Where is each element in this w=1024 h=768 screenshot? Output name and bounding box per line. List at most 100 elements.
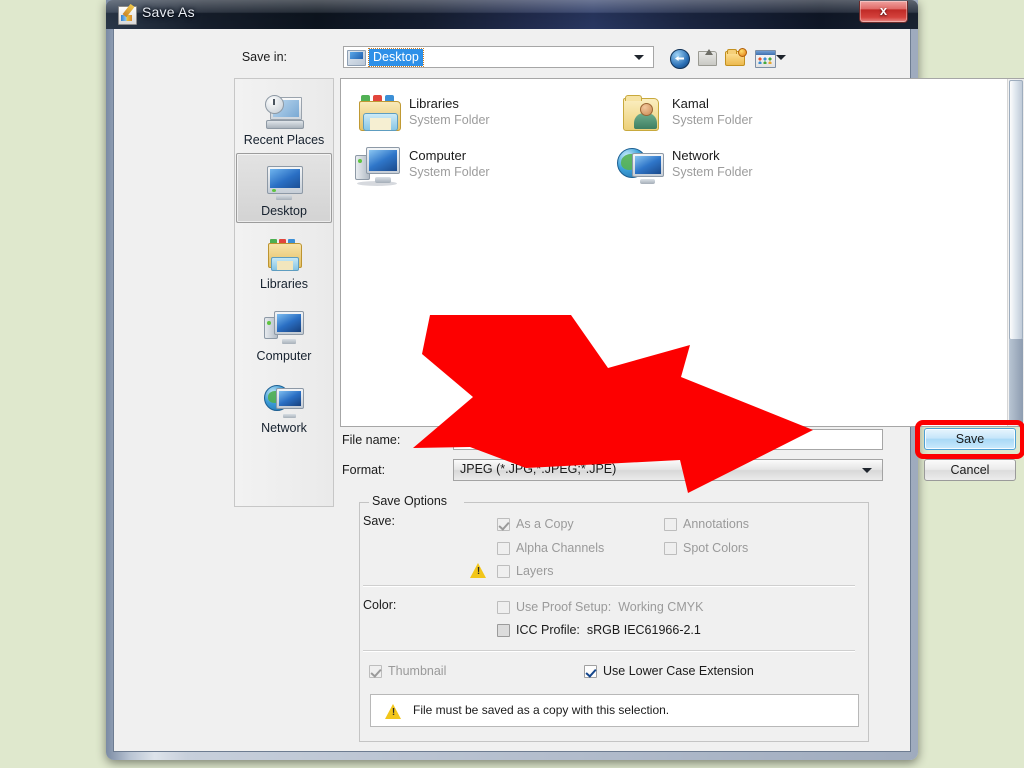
sidebar-item-recent-places[interactable]: Recent Places [236,81,332,151]
file-name: Computer [409,148,467,163]
sidebar-item-label: Recent Places [243,133,325,147]
views-icon[interactable] [754,46,788,69]
file-name: Kamal [672,96,709,111]
checkbox-thumbnail[interactable]: Thumbnail [369,664,446,678]
desktop-icon [347,50,366,66]
network-icon [262,381,306,419]
scrollbar-thumb[interactable] [1009,80,1023,340]
checkbox-box[interactable] [584,664,597,678]
chevron-down-icon[interactable] [776,55,786,60]
file-name-input[interactable]: Mix.jpg [453,429,883,450]
up-one-level-icon[interactable] [696,46,720,69]
checkbox-box[interactable] [497,517,510,531]
save-in-label: Save in: [241,50,287,64]
file-name: Network [672,148,720,163]
checkbox-spot-colors[interactable]: Spot Colors [664,541,748,555]
recent-places-icon [262,93,306,131]
checkbox-label: Layers [516,564,554,578]
checkbox-label: Alpha Channels [516,541,605,555]
sidebar-item-label: Network [261,421,307,435]
file-type: System Folder [409,113,490,127]
checkbox-icc-profile[interactable]: ICC Profile: sRGB IEC61966-2.1 [497,623,701,637]
sidebar-item-desktop[interactable]: Desktop [236,153,332,223]
user-folder-icon [616,91,664,135]
format-value: JPEG (*.JPG;*.JPEG;*.JPE) [460,462,617,476]
cancel-button[interactable]: Cancel [924,459,1016,481]
save-button[interactable]: Save [924,428,1016,450]
divider [363,650,855,652]
list-item[interactable]: Computer System Folder [347,137,597,195]
close-button[interactable]: x [859,1,908,23]
format-label: Format: [342,463,386,477]
close-icon: x [879,3,888,18]
checkbox-layers[interactable]: Layers [497,564,554,578]
checkbox-box[interactable] [369,664,382,678]
warning-icon [470,563,487,578]
proof-setup-value: Working CMYK [618,600,704,614]
file-name: Libraries [409,96,459,111]
checkbox-alpha-channels[interactable]: Alpha Channels [497,541,604,555]
checkbox-label: ICC Profile: [516,623,580,637]
network-folder-icon [616,143,664,187]
checkbox-box[interactable] [497,623,510,637]
checkbox-as-a-copy[interactable]: As a Copy [497,517,574,531]
checkbox-box[interactable] [497,564,510,578]
scrollbar-track[interactable] [1009,339,1023,425]
warning-icon [385,704,402,719]
save-in-combobox[interactable]: Desktop [343,46,654,68]
save-options-title: Save Options [369,494,451,508]
checkbox-box[interactable] [664,517,677,531]
checkbox-label: As a Copy [516,517,574,531]
icc-profile-value: sRGB IEC61966-2.1 [586,623,701,637]
checkbox-label: Thumbnail [388,664,447,678]
save-section-label: Save: [363,514,395,528]
format-combobox[interactable]: JPEG (*.JPG;*.JPEG;*.JPE) [453,459,883,481]
file-name-value: Mix.jpg [459,432,499,446]
file-type: System Folder [672,113,753,127]
checkbox-annotations[interactable]: Annotations [664,517,749,531]
checkbox-box[interactable] [664,541,677,555]
sidebar-item-computer[interactable]: Computer [236,297,332,367]
window-title: Save As [142,4,195,20]
file-type: System Folder [672,165,753,179]
checkbox-use-proof-setup[interactable]: Use Proof Setup: Working CMYK [497,600,703,614]
computer-folder-icon [353,143,401,187]
sidebar-item-label: Computer [256,349,312,363]
checkbox-box[interactable] [497,541,510,555]
checkbox-box[interactable] [497,600,510,614]
checkbox-label: Annotations [683,517,750,531]
sidebar-item-libraries[interactable]: Libraries [236,225,332,295]
sidebar-item-network[interactable]: Network [236,369,332,439]
file-type: System Folder [409,165,490,179]
list-item[interactable]: Libraries System Folder [347,85,597,143]
new-folder-icon[interactable] [724,46,748,69]
sidebar-item-label: Libraries [260,277,308,291]
photoshop-app-icon [118,6,137,25]
file-list: Libraries System Folder Kamal System Fol… [340,78,1024,427]
color-section-label: Color: [363,598,397,612]
list-item[interactable]: Network System Folder [610,137,860,195]
checkbox-use-lower-case-extension[interactable]: Use Lower Case Extension [584,664,754,678]
checkbox-label: Use Lower Case Extension [603,664,754,678]
divider [363,585,855,587]
checkbox-label: Spot Colors [683,541,749,555]
desktop-icon [262,164,306,202]
checkbox-label: Use Proof Setup: [516,600,612,614]
chevron-down-icon[interactable] [862,468,872,473]
save-in-value: Desktop [368,48,424,67]
dialog-body: Save in: Desktop Recent Places Desktop L… [113,0,1024,752]
list-item[interactable]: Kamal System Folder [610,85,860,143]
sidebar-item-label: Desktop [261,204,307,218]
title-bar[interactable]: Save As x [106,0,918,29]
places-bar: Recent Places Desktop Libraries Computer [234,78,334,507]
chevron-down-icon[interactable] [634,55,644,60]
back-icon[interactable] [668,46,692,69]
vertical-scrollbar[interactable] [1007,79,1024,426]
file-name-label: File name: [342,433,401,447]
computer-icon [262,309,306,347]
save-as-dialog: Save in: Desktop Recent Places Desktop L… [106,0,1024,760]
libraries-folder-icon [353,91,401,135]
status-message-box: File must be saved as a copy with this s… [370,694,859,727]
status-message-text: File must be saved as a copy with this s… [413,703,670,717]
libraries-icon [262,237,306,275]
